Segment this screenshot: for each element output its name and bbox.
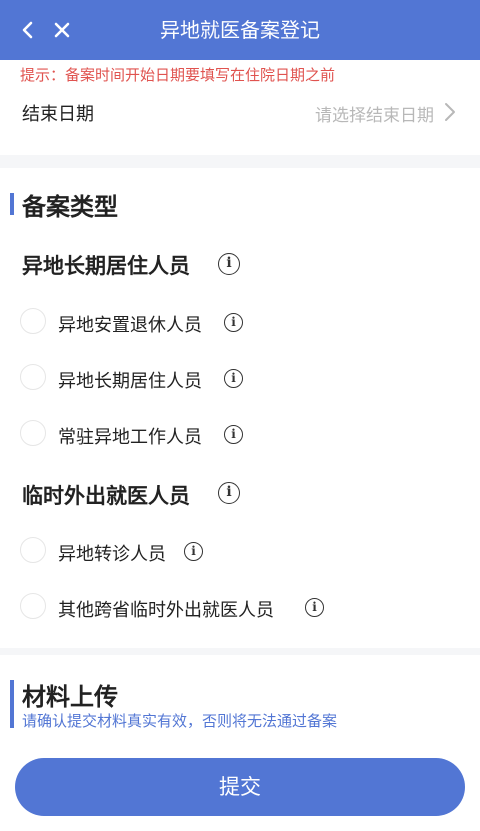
option-label[interactable]: 常驻异地工作人员 — [58, 423, 202, 449]
radio-long-term-resident[interactable] — [20, 364, 46, 390]
group-title-long-term: 异地长期居住人员 — [22, 254, 190, 278]
radio-retired-resettled[interactable] — [20, 308, 46, 334]
radio-resident-worker[interactable] — [20, 420, 46, 446]
info-icon[interactable]: i — [224, 425, 243, 444]
info-icon[interactable]: i — [218, 253, 240, 275]
info-icon[interactable]: i — [224, 313, 243, 332]
submit-button[interactable]: 提交 — [15, 758, 465, 816]
radio-other-temporary[interactable] — [20, 593, 46, 619]
chevron-right-icon[interactable] — [442, 101, 458, 123]
option-label[interactable]: 异地长期居住人员 — [58, 367, 202, 393]
section-accent-bar — [10, 193, 14, 215]
end-date-picker[interactable]: 请选择结束日期 — [315, 101, 434, 126]
filing-tip: 提示：备案时间开始日期要填写在住院日期之前 — [20, 66, 336, 84]
filing-type-card — [0, 168, 480, 648]
radio-referral[interactable] — [20, 537, 46, 563]
app-header: 异地就医备案登记 — [0, 0, 480, 60]
info-icon[interactable]: i — [305, 598, 324, 617]
end-date-label: 结束日期 — [22, 104, 94, 125]
option-label[interactable]: 异地转诊人员 — [58, 540, 166, 566]
info-icon[interactable]: i — [224, 369, 243, 388]
section-accent-bar — [10, 680, 14, 728]
option-label[interactable]: 其他跨省临时外出就医人员 — [58, 596, 274, 622]
filing-type-title: 备案类型 — [22, 193, 118, 221]
option-label[interactable]: 异地安置退休人员 — [58, 311, 202, 337]
group-title-temporary: 临时外出就医人员 — [22, 484, 190, 508]
info-icon[interactable]: i — [218, 482, 240, 504]
materials-title: 材料上传 — [22, 683, 118, 711]
materials-subtitle: 请确认提交材料真实有效，否则将无法通过备案 — [22, 712, 338, 730]
info-icon[interactable]: i — [184, 542, 203, 561]
page-title: 异地就医备案登记 — [160, 18, 320, 42]
